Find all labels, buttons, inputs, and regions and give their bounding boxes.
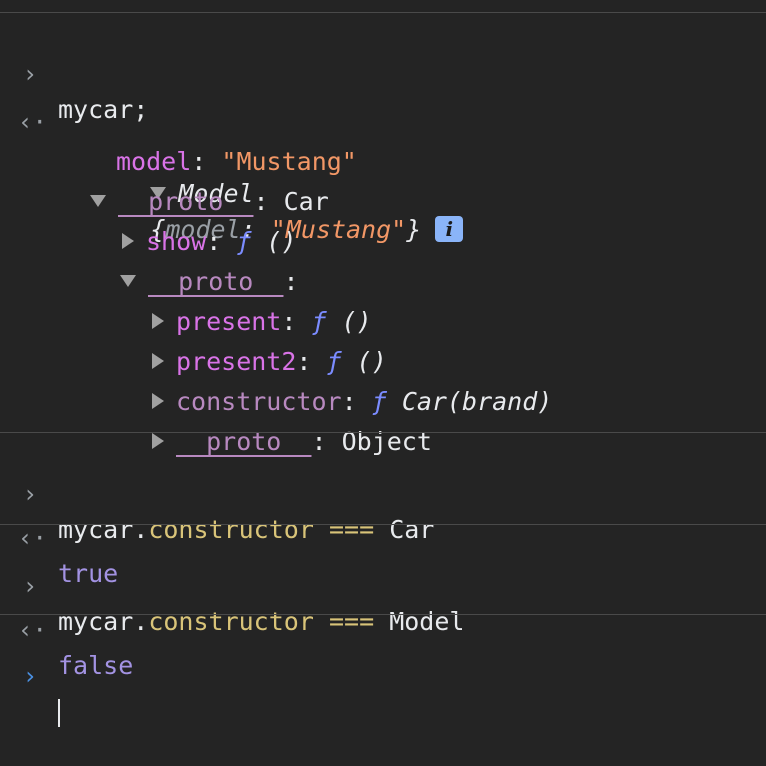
property-key: show (146, 227, 207, 256)
input-expression: mycar; (58, 95, 149, 124)
entry-divider (0, 12, 766, 13)
property-colon: : (341, 387, 357, 416)
property-key: __proto__ (118, 187, 254, 216)
property-row-present[interactable]: present: ƒ () (0, 268, 372, 336)
property-key: present2 (176, 347, 297, 376)
expr-dot: . (133, 515, 149, 544)
property-row-present2[interactable]: present2: ƒ () (0, 308, 387, 376)
result-value: true (58, 559, 119, 588)
property-row-model: model: "Mustang" (0, 108, 357, 176)
preview-close-brace: } (406, 215, 422, 244)
expr-dot: . (133, 607, 149, 636)
property-row-proto-car[interactable]: __proto__: Car (0, 148, 329, 216)
property-value: Car (283, 187, 329, 216)
property-row-proto-object[interactable]: __proto__: (0, 228, 299, 296)
property-row-show[interactable]: show: ƒ () (0, 188, 297, 256)
function-parens: () (356, 347, 387, 376)
result-value: false (58, 651, 134, 680)
property-key: present (176, 307, 282, 336)
property-key: constructor (176, 387, 342, 416)
console-text-input[interactable] (58, 694, 60, 730)
entry-divider (0, 614, 766, 615)
function-f-icon: ƒ (371, 387, 387, 416)
property-colon: : (283, 267, 299, 296)
function-parens: () (266, 227, 297, 256)
console-prompt[interactable]: › (0, 622, 60, 727)
expr-rhs: Car (389, 515, 435, 544)
expr-operator: === (328, 607, 375, 636)
property-colon: : (296, 347, 312, 376)
function-signature: Car(brand) (401, 387, 553, 416)
console-output-line: ‹· false (0, 576, 133, 680)
collapse-triangle-icon[interactable] (152, 433, 164, 449)
function-f-icon: ƒ (236, 227, 252, 256)
console-output-line: ‹· true (0, 484, 118, 588)
console-input-line[interactable]: › mycar.constructor === Model (0, 532, 465, 636)
expr-property: constructor (148, 515, 314, 544)
collapse-triangle-icon[interactable] (152, 393, 164, 409)
property-colon: : (191, 147, 207, 176)
property-colon: : (206, 227, 222, 256)
expr-rhs: Model (389, 607, 465, 636)
property-key: __proto__ (148, 267, 284, 296)
collapse-triangle-icon[interactable] (152, 353, 164, 369)
console-input-line[interactable]: › mycar; (0, 20, 149, 124)
function-parens: () (341, 307, 372, 336)
function-f-icon: ƒ (311, 307, 327, 336)
expr-property: constructor (148, 607, 314, 636)
expr-operator: === (328, 515, 375, 544)
collapse-triangle-icon[interactable] (122, 233, 134, 249)
info-icon[interactable]: i (435, 216, 464, 242)
property-row-constructor[interactable]: constructor: ƒ Car(brand) (0, 348, 552, 416)
expand-triangle-icon[interactable] (90, 195, 106, 207)
expr-object: mycar (58, 607, 134, 636)
devtools-console: › mycar; ‹· Model {model: "Mustang"} i mo… (0, 0, 766, 727)
prompt-chevron-icon: › (22, 662, 38, 690)
property-colon: : (253, 187, 269, 216)
console-input-line[interactable]: › mycar.constructor === Car (0, 440, 435, 544)
property-row-proto-base[interactable]: __proto__: Object (0, 388, 432, 456)
collapse-triangle-icon[interactable] (152, 313, 164, 329)
entry-divider (0, 432, 766, 433)
text-caret (58, 699, 60, 727)
function-f-icon: ƒ (326, 347, 342, 376)
expr-object: mycar (58, 515, 134, 544)
property-value: "Mustang" (221, 147, 357, 176)
property-key: model (116, 147, 192, 176)
entry-divider (0, 524, 766, 525)
object-summary-row[interactable]: ‹· Model {model: "Mustang"} i (0, 68, 464, 244)
property-colon: : (281, 307, 297, 336)
expand-triangle-icon[interactable] (120, 275, 136, 287)
